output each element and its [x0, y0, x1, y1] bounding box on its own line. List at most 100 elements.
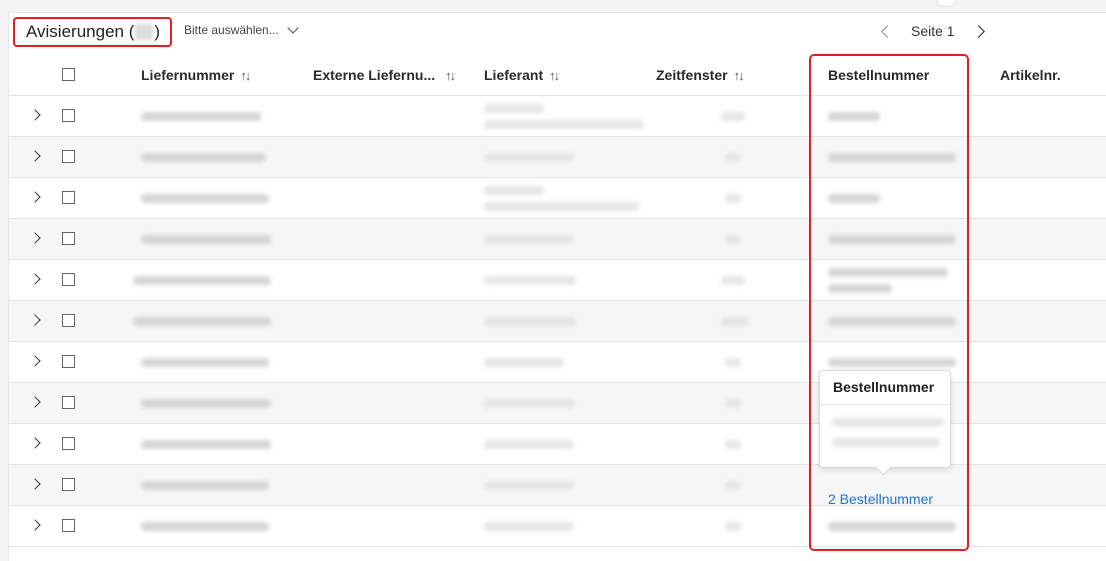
column-header-zeitfenster[interactable]: Zeitfenster ↑↓ — [656, 55, 745, 95]
expand-row-icon[interactable] — [29, 519, 41, 531]
redacted-zeitfenster — [721, 317, 749, 326]
redacted-lieferant — [484, 104, 544, 113]
sort-icon[interactable]: ↑↓ — [549, 68, 560, 83]
redacted-lieferant — [484, 317, 576, 326]
row-checkbox[interactable] — [62, 150, 75, 163]
redacted-liefernummer — [141, 358, 269, 367]
redacted-liefernummer — [133, 317, 271, 326]
row-checkbox[interactable] — [62, 191, 75, 204]
top-scroll-indicator — [936, 0, 956, 7]
page-title: Avisierungen ( ) — [13, 17, 173, 47]
column-header-label: Artikelnr. — [1000, 67, 1061, 83]
redacted-liefernummer — [133, 276, 271, 285]
redacted-zeitfenster — [725, 399, 741, 408]
expand-row-icon[interactable] — [29, 109, 41, 121]
row-checkbox[interactable] — [62, 519, 75, 532]
redacted-liefernummer — [141, 522, 269, 531]
pagination: Seite 1 — [875, 21, 991, 41]
filter-dropdown-label: Bitte auswählen... — [184, 23, 279, 37]
sort-icon[interactable]: ↑↓ — [240, 68, 251, 83]
select-all-checkbox[interactable] — [62, 68, 75, 81]
redacted-lieferant — [484, 276, 576, 285]
expand-row-icon[interactable] — [29, 191, 41, 203]
expand-row-icon[interactable] — [29, 314, 41, 326]
table-row[interactable] — [9, 96, 1106, 137]
redacted-zeitfenster — [725, 235, 741, 244]
redacted-bestellnummer — [828, 235, 956, 244]
column-header-externe-liefernummer[interactable]: Externe Liefernu... ↑↓ — [313, 55, 456, 95]
redacted-bestellnummer — [828, 317, 956, 326]
chevron-right-icon — [972, 24, 985, 38]
redacted-lieferant — [484, 202, 639, 211]
redacted-bestellnummer — [828, 112, 880, 121]
sort-icon[interactable]: ↑↓ — [734, 68, 745, 83]
redacted-liefernummer — [141, 112, 261, 121]
column-header-liefernummer[interactable]: Liefernummer ↑↓ — [141, 55, 251, 95]
table-row[interactable] — [9, 137, 1106, 178]
expand-row-icon[interactable] — [29, 478, 41, 490]
redacted-liefernummer — [141, 481, 269, 490]
table-row[interactable] — [9, 219, 1106, 260]
table-row[interactable] — [9, 178, 1106, 219]
next-page-button[interactable] — [971, 21, 991, 41]
redacted-lieferant — [484, 120, 644, 129]
sort-icon[interactable]: ↑↓ — [445, 68, 456, 83]
redacted-bestellnummer — [828, 194, 880, 203]
column-header-label: Zeitfenster — [656, 67, 728, 83]
expand-row-icon[interactable] — [29, 437, 41, 449]
redacted-zeitfenster — [725, 522, 741, 531]
bestellnummer-count-link[interactable]: 2 Bestellnummer — [828, 491, 933, 507]
page-title-text: Avisierungen ( — [26, 22, 135, 41]
expand-row-icon[interactable] — [29, 150, 41, 162]
previous-page-button[interactable] — [875, 21, 895, 41]
expand-row-icon[interactable] — [29, 355, 41, 367]
avisierungen-panel: Avisierungen ( ) Bitte auswählen... Seit… — [8, 12, 1106, 561]
row-checkbox[interactable] — [62, 273, 75, 286]
table-row[interactable] — [9, 506, 1106, 547]
column-header-bestellnummer: Bestellnummer — [828, 55, 929, 95]
redacted-lieferant — [484, 399, 574, 408]
column-header-label: Externe Liefernu... — [313, 67, 436, 83]
row-checkbox[interactable] — [62, 355, 75, 368]
redacted-bestellnummer — [828, 284, 892, 293]
page-indicator: Seite 1 — [911, 23, 955, 39]
redacted-lieferant — [484, 235, 574, 244]
filter-dropdown[interactable]: Bitte auswählen... — [184, 22, 299, 37]
redacted-zeitfenster — [725, 194, 741, 203]
redacted-liefernummer — [141, 235, 271, 244]
redacted-zeitfenster — [725, 358, 741, 367]
column-header-label: Lieferant — [484, 67, 544, 83]
row-checkbox[interactable] — [62, 109, 75, 122]
redacted-zeitfenster — [725, 440, 741, 449]
tooltip-divider — [820, 404, 950, 405]
redacted-bestellnummer — [828, 153, 956, 162]
column-header-label: Liefernummer — [141, 67, 235, 83]
redacted-tooltip-item — [832, 438, 940, 447]
expand-row-icon[interactable] — [29, 232, 41, 244]
redacted-zeitfenster — [721, 112, 745, 121]
row-checkbox[interactable] — [62, 314, 75, 327]
bestellnummer-tooltip: Bestellnummer — [819, 370, 951, 476]
redacted-liefernummer — [141, 399, 271, 408]
redacted-bestellnummer — [828, 522, 956, 531]
table-toolbar: Avisierungen ( ) Bitte auswählen... Seit… — [9, 13, 1106, 55]
table-row[interactable] — [9, 260, 1106, 301]
table-header: Liefernummer ↑↓ Externe Liefernu... ↑↓ L… — [9, 55, 1106, 96]
row-checkbox[interactable] — [62, 396, 75, 409]
row-checkbox[interactable] — [62, 232, 75, 245]
redacted-lieferant — [484, 481, 574, 490]
redacted-liefernummer — [141, 194, 269, 203]
redacted-zeitfenster — [725, 153, 741, 162]
column-header-artikelnr: Artikelnr. — [1000, 55, 1061, 95]
expand-row-icon[interactable] — [29, 273, 41, 285]
table-row[interactable] — [9, 301, 1106, 342]
row-checkbox[interactable] — [62, 478, 75, 491]
row-checkbox[interactable] — [62, 437, 75, 450]
redacted-bestellnummer — [828, 358, 956, 367]
tooltip-title: Bestellnummer — [833, 379, 935, 395]
redacted-liefernummer — [141, 153, 266, 162]
redacted-lieferant — [484, 186, 544, 195]
expand-row-icon[interactable] — [29, 396, 41, 408]
column-header-lieferant[interactable]: Lieferant ↑↓ — [484, 55, 560, 95]
table-row[interactable] — [9, 465, 1106, 506]
